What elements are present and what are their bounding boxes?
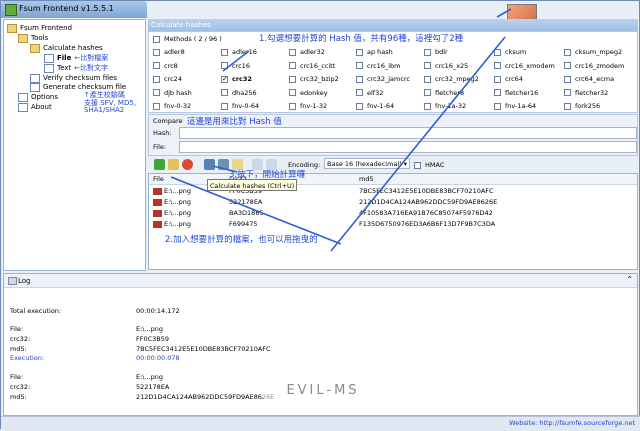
annotation-1: 1.勾選想要計算的 Hash 值，共有96種，這裡勾了2種 [259, 34, 464, 44]
annotation-arrows [170, 8, 512, 252]
annotation-3: 3.按下，開始計算囉 [229, 170, 306, 180]
annotation-2: 2.加入想要計算的檔案，也可以用拖曳的 [165, 235, 318, 245]
app-window: Fsum Frontend v1.5.5.1 Fsum Frontend Too… [0, 0, 640, 431]
annotation-4: 這邊是用來比對 Hash 值 [187, 117, 282, 127]
